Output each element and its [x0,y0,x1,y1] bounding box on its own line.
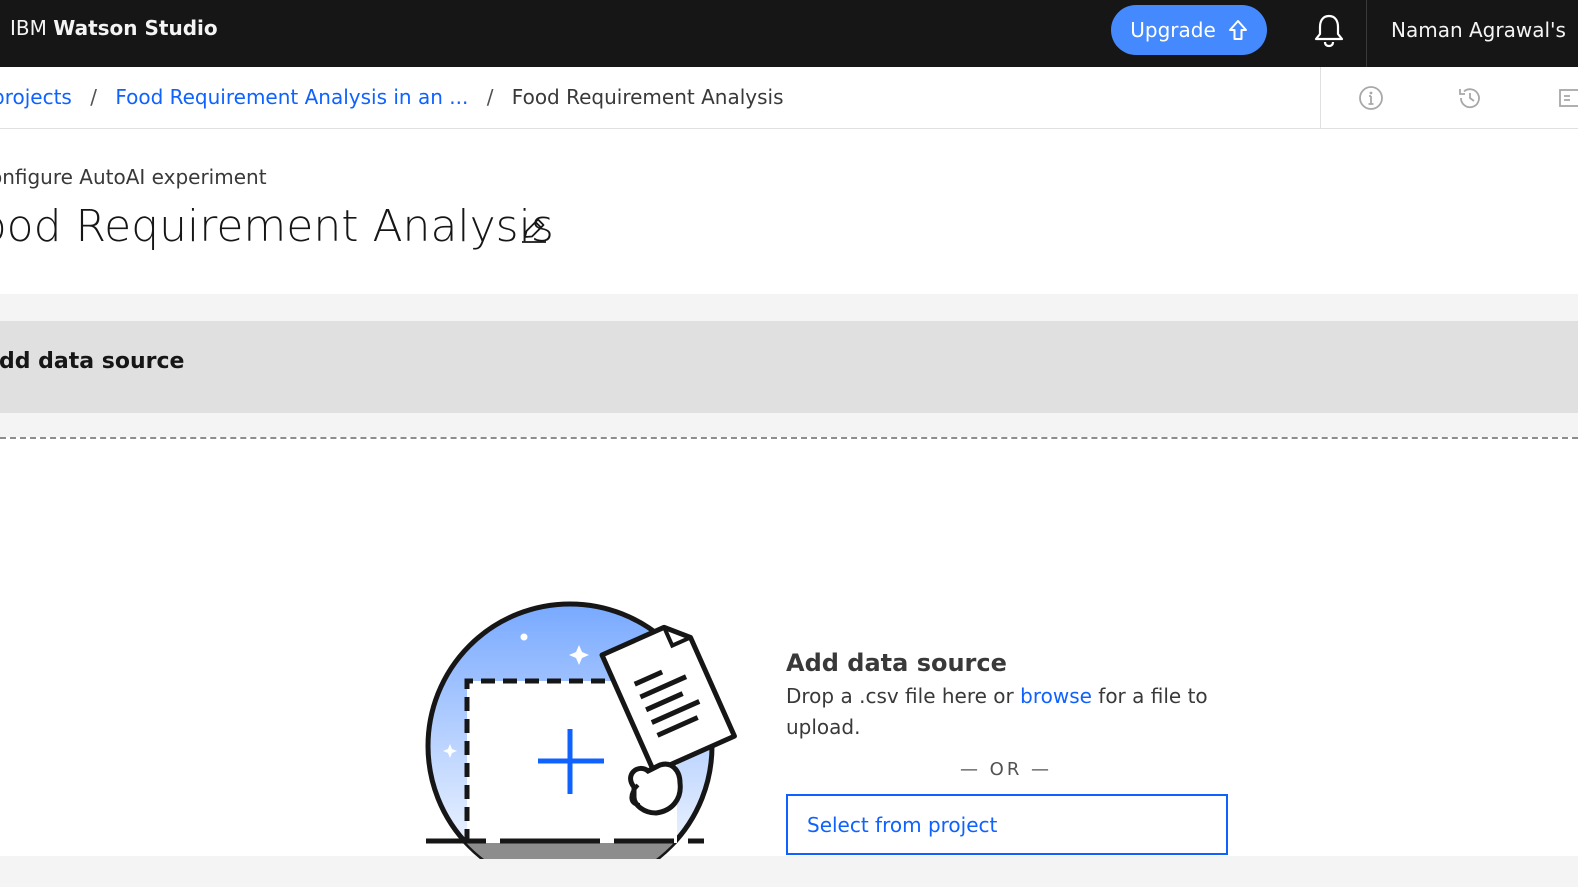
section-title: Add data source [0,349,185,374]
breadcrumb-project[interactable]: Food Requirement Analysis in an ... [115,85,468,109]
pencil-icon[interactable] [519,215,549,245]
header-divider [1366,0,1367,67]
breadcrumb-separator: / [486,85,494,109]
breadcrumb-projects[interactable]: projects [0,85,72,109]
breadcrumb: projects / Food Requirement Analysis in … [0,83,784,111]
drop-zone-title: Add data source [786,649,1007,677]
section-header: Add data source [0,321,1578,413]
drop-desc-before: Drop a .csv file here or [786,684,1021,708]
breadcrumb-current: Food Requirement Analysis [511,85,784,109]
product-logo[interactable]: IBM Watson Studio [10,14,218,42]
panel-icon[interactable] [1557,85,1578,111]
upgrade-label: Upgrade [1130,18,1216,42]
select-from-project-button[interactable]: Select from project [786,794,1228,855]
brand-prefix: IBM [10,16,47,40]
drop-zone-content: Add data source Drop a .csv file here or… [786,647,1246,855]
page-subtitle: Configure AutoAI experiment [0,165,267,189]
history-icon[interactable] [1457,85,1483,111]
bell-icon[interactable] [1312,12,1346,48]
upload-illustration [425,601,737,859]
drop-zone-description: Drop a .csv file here or browse for a fi… [786,681,1246,743]
breadcrumb-separator: / [90,85,97,109]
breadcrumb-actions [1320,67,1578,128]
page-title: Food Requirement Analysis [0,201,554,252]
arrow-up-icon [1228,20,1247,40]
info-icon[interactable] [1358,85,1384,111]
top-header: IBM Watson Studio Upgrade Naman Agrawal'… [0,0,1578,67]
upgrade-button[interactable]: Upgrade [1111,5,1267,55]
breadcrumb-bar: projects / Food Requirement Analysis in … [0,67,1578,129]
account-switcher[interactable]: Naman Agrawal's [1391,16,1566,44]
or-divider: — OR — [959,759,1053,780]
browse-link[interactable]: browse [1020,684,1092,708]
file-drop-zone[interactable]: Add data source Drop a .csv file here or… [0,437,1578,859]
page-header: Configure AutoAI experiment Food Require… [0,129,1578,294]
brand-name: Watson Studio [53,16,218,40]
